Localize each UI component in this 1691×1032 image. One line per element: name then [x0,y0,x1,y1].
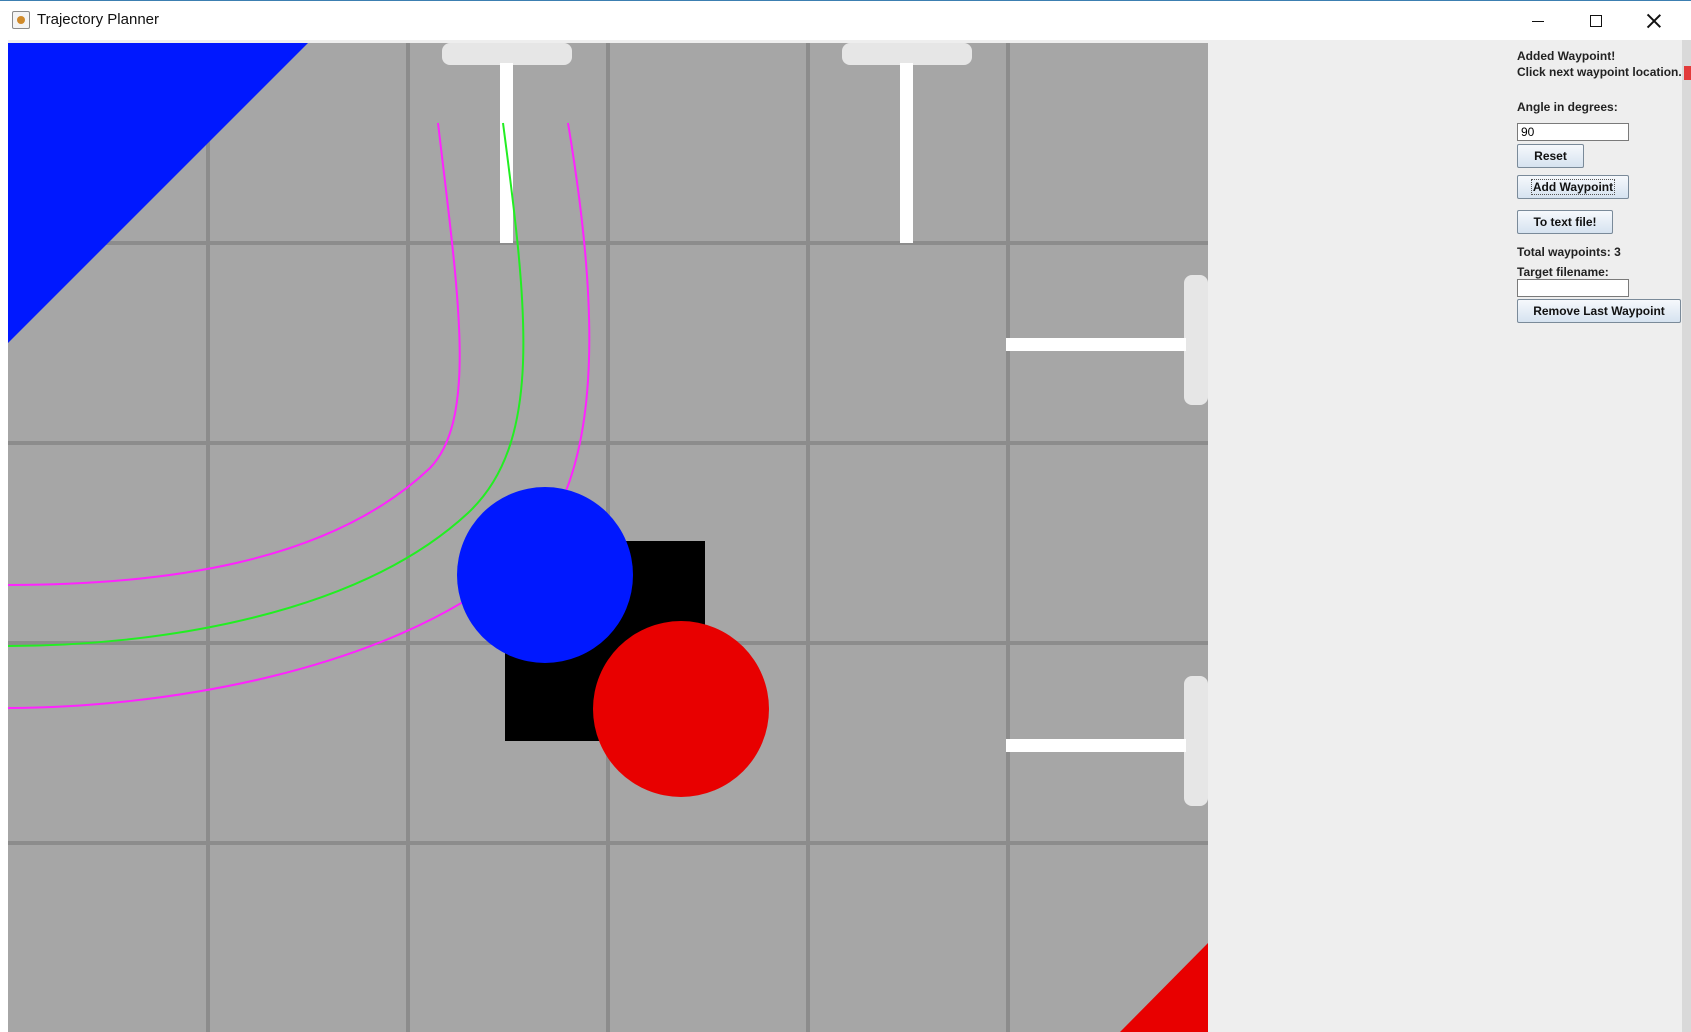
target-filename-input[interactable] [1517,279,1629,297]
maximize-button[interactable] [1567,1,1625,41]
angle-input[interactable]: 90 [1517,123,1629,141]
total-waypoints-text: Total waypoints: 3 [1517,245,1621,259]
side-dock-lower [1184,676,1208,806]
status-line-1: Added Waypoint! [1517,49,1616,63]
close-button[interactable] [1625,1,1683,41]
angle-label: Angle in degrees: [1517,100,1618,114]
status-message: Added Waypoint! Click next waypoint loca… [1517,48,1682,80]
target-filename-label: Target filename: [1517,265,1609,279]
to-text-file-button[interactable]: To text file! [1517,210,1613,234]
reset-button-label: Reset [1534,149,1567,163]
grid-line-vertical [1006,43,1010,1032]
to-text-file-label: To text file! [1533,215,1597,229]
top-dock-right [842,43,972,65]
grid-line-horizontal [8,241,1208,245]
grid-line-vertical [406,43,410,1032]
grid-line-horizontal [8,841,1208,845]
grid-line-horizontal [8,441,1208,445]
add-waypoint-label: Add Waypoint [1530,179,1616,195]
field-drawing[interactable] [8,43,1208,1032]
app-window: Trajectory Planner Added Waypoint! Click… [0,0,1691,1032]
close-icon [1647,14,1661,28]
top-barrier-right [900,63,913,243]
grid-line-vertical [206,43,210,1032]
reset-button[interactable]: Reset [1517,144,1584,168]
java-cup-icon [12,11,30,29]
maximize-icon [1590,15,1602,27]
window-edge [1682,40,1691,1032]
remove-last-waypoint-label: Remove Last Waypoint [1533,304,1665,318]
status-line-2: Click next waypoint location. [1517,65,1682,79]
blue-robot-marker [457,487,633,663]
add-waypoint-button[interactable]: Add Waypoint [1517,175,1629,199]
red-robot-marker [593,621,769,797]
top-dock-left [442,43,572,65]
control-panel: Added Waypoint! Click next waypoint loca… [1213,40,1683,1032]
remove-last-waypoint-button[interactable]: Remove Last Waypoint [1517,299,1681,323]
grid-line-vertical [806,43,810,1032]
side-dock-upper [1184,275,1208,405]
window-title: Trajectory Planner [37,11,159,28]
field-canvas[interactable] [8,43,1208,1032]
side-barrier-lower [1006,739,1186,752]
side-barrier-upper [1006,338,1186,351]
background-window-fragment [1684,66,1691,80]
title-bar: Trajectory Planner [0,0,1691,40]
minimize-icon [1532,20,1544,22]
minimize-button[interactable] [1509,1,1567,41]
main-content: Added Waypoint! Click next waypoint loca… [8,40,1683,1032]
